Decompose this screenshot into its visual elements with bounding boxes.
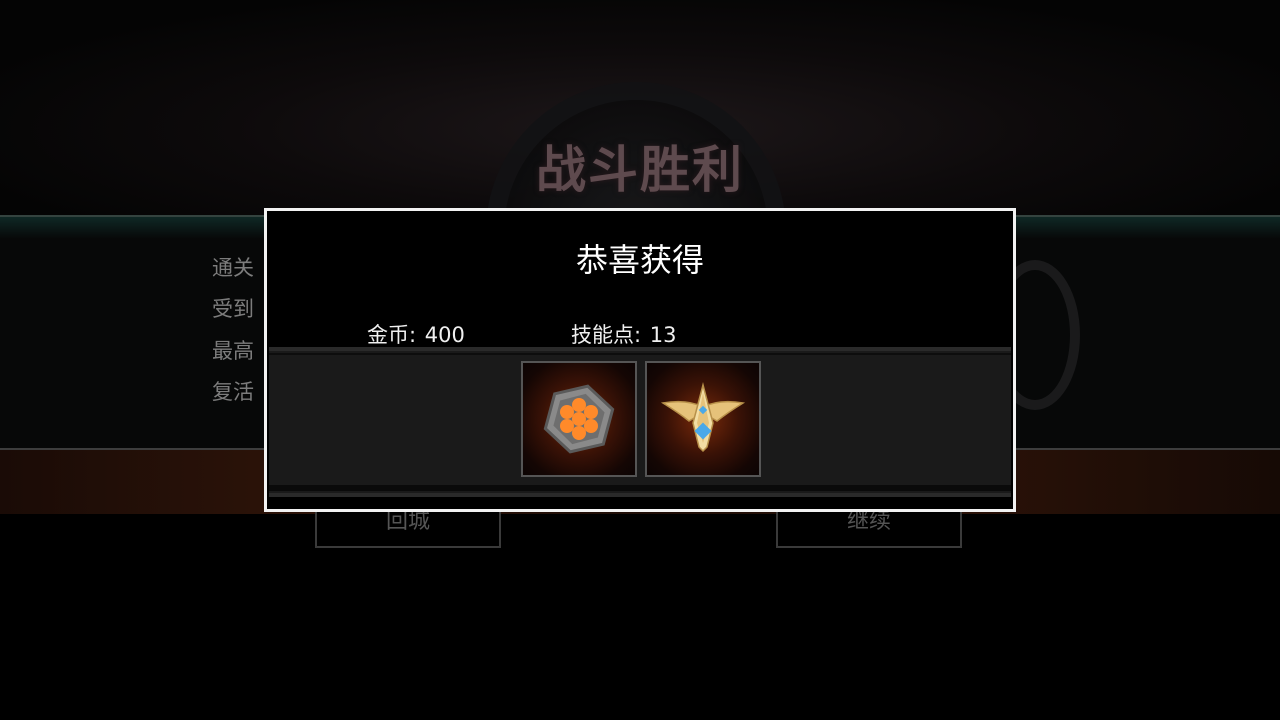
golden-star-wing-icon [660,382,746,453]
stat-label-clear: 通关 [212,256,254,280]
item-slot-golden-star[interactable] [645,361,761,477]
gold-label: 金币 [367,323,409,347]
victory-title: 战斗胜利 [536,140,744,199]
reward-dialog[interactable]: 恭喜获得 金币: 400 技能点: 13 [264,208,1016,512]
item-tray [269,347,1011,497]
stat-label-revive: 复活 [212,380,254,404]
gold-reward: 金币: 400 [367,319,465,349]
tray-divider [269,347,1011,351]
tray-divider [269,493,1011,497]
tray-divider [269,353,1011,355]
item-slot-hexagon-orb[interactable] [521,361,637,477]
stat-label-max: 最高 [212,339,254,363]
tray-divider [269,485,1011,491]
skill-points-reward: 技能点: 13 [571,319,677,349]
gold-value: 400 [424,323,465,347]
dialog-title: 恭喜获得 [575,241,704,279]
skill-points-label: 技能点 [571,323,634,347]
skill-points-separator: : [634,323,642,347]
hexagon-orb-icon [543,384,615,454]
gold-separator: : [409,323,417,347]
skill-points-value: 13 [649,323,677,347]
stat-label-damage: 受到 [212,297,254,321]
